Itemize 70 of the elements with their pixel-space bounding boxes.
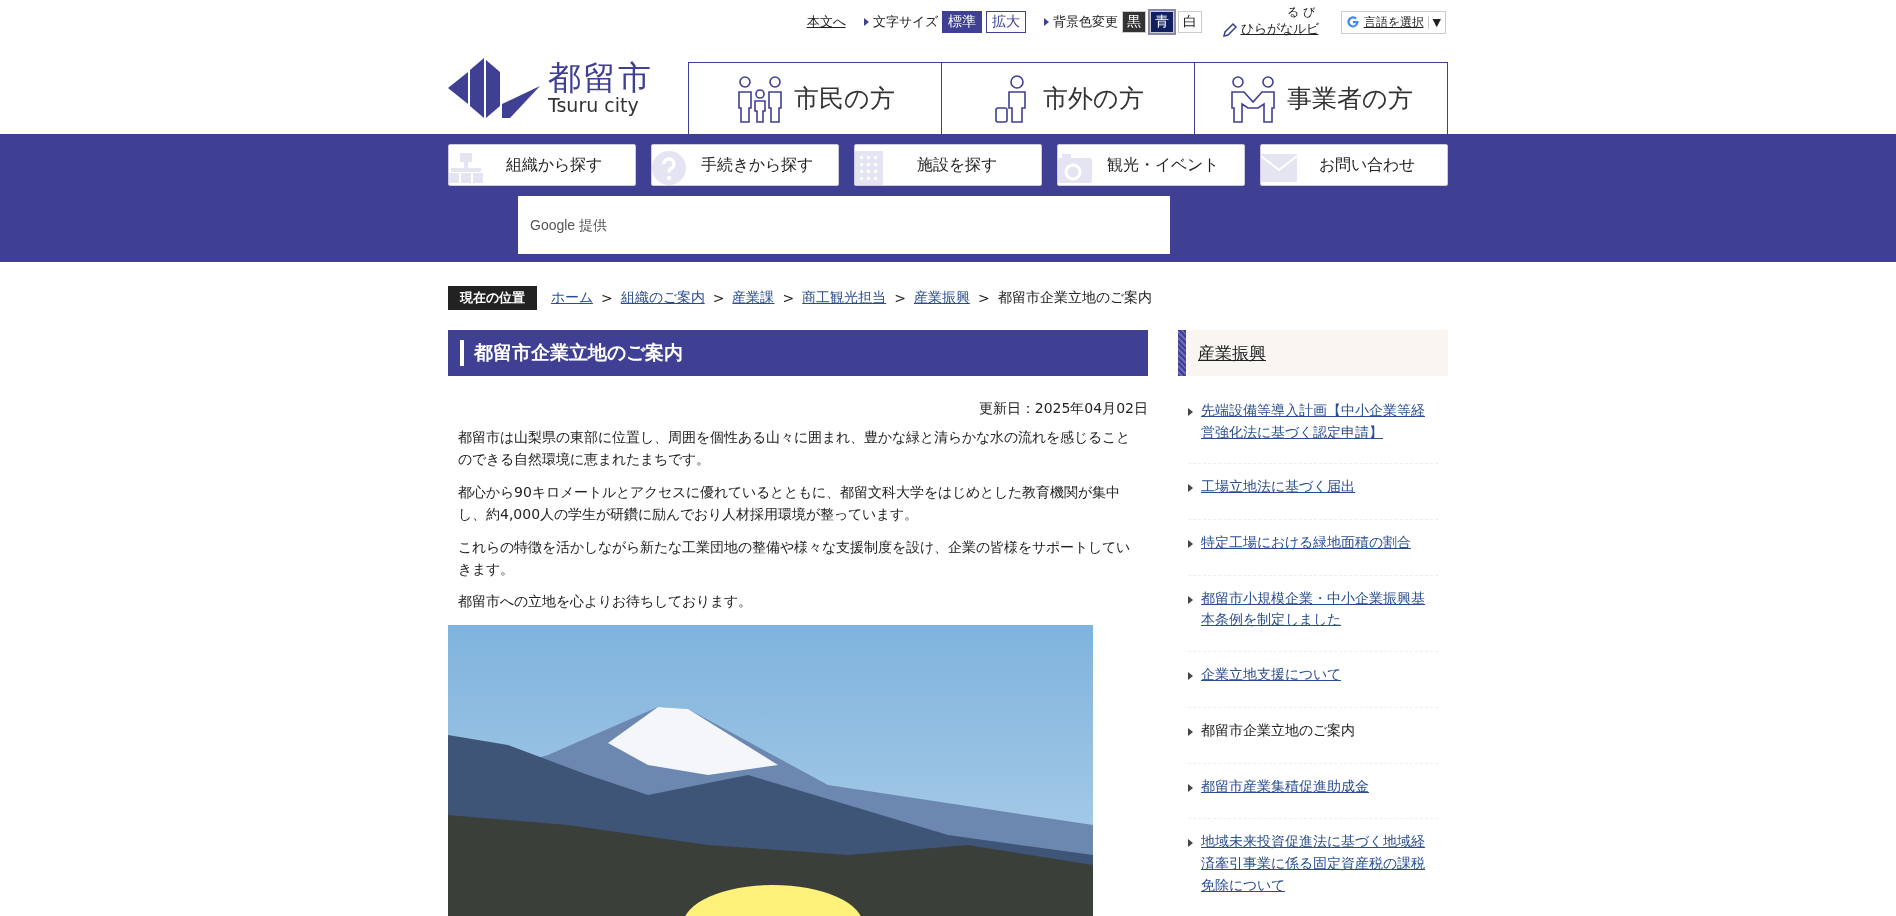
breadcrumb-current: 都留市企業立地のご案内 — [997, 289, 1152, 307]
breadcrumb-label: 現在の位置 — [448, 286, 537, 310]
background-color-label: 背景色変更 — [1052, 13, 1118, 31]
skip-to-content-link[interactable]: 本文へ — [806, 13, 846, 31]
background-color-button[interactable]: 黒 — [1121, 11, 1146, 33]
furigana-link[interactable]: ひらがなルビ — [1240, 19, 1319, 38]
body-paragraph: 都留市への立地を心よりお待ちしております。 — [457, 592, 753, 612]
triangle-icon — [1188, 484, 1193, 493]
sidebar-link[interactable]: 特定工場における緑地面積の割合 — [1201, 532, 1411, 555]
handshake-icon — [1229, 73, 1277, 124]
font-size-button[interactable]: 標準 — [941, 11, 982, 33]
envelope-icon — [1261, 154, 1297, 182]
breadcrumb-separator: > — [712, 290, 725, 306]
triangle-icon — [1043, 18, 1049, 26]
background-color-button[interactable]: 青 — [1149, 11, 1174, 33]
background-color-button[interactable]: 白 — [1177, 11, 1202, 33]
g-logo-icon — [1345, 15, 1360, 29]
breadcrumb-link[interactable]: 産業課 — [732, 289, 775, 307]
pencil-icon — [1221, 21, 1238, 38]
sidebar-link[interactable]: 先端設備等導入計画【中小企業等経営強化法に基づく認定申請】 — [1201, 400, 1438, 444]
search-field[interactable]: Google 提供 — [518, 196, 1170, 254]
sidebar-link[interactable]: 工場立地法に基づく届出 — [1201, 476, 1355, 500]
font-size-label: 文字サイズ — [872, 13, 938, 31]
triangle-icon — [1188, 727, 1193, 736]
sidebar-link[interactable]: 地域未来投資促進法に基づく地域経済牽引事業に係る固定資産税の課税免除について — [1201, 831, 1438, 897]
body-paragraph: これらの特徴を活かしながら新たな工業団地の整備や様々な支援制度を設け、企業の皆様をサポートしていきます。 — [457, 537, 1131, 579]
org-chart-icon — [449, 151, 483, 185]
accent-bar — [1178, 330, 1186, 376]
body-paragraph: 都心から90キロメートルとアクセスに優れているとともに、都留文科大学をはじめとした教育機関が集中し、約4,000人の学生が研鑽に励んでおり人材採用環境が整っています。 — [457, 482, 1121, 525]
breadcrumb-link[interactable]: ホーム — [551, 289, 593, 307]
breadcrumb-link[interactable]: 組織のご案内 — [620, 289, 705, 307]
nav-button[interactable]: 手続きから探す — [651, 144, 839, 186]
audience-tab[interactable]: 市民の方 — [688, 62, 941, 134]
sidebar-link[interactable]: 都留市産業集積促進助成金 — [1201, 775, 1369, 799]
sidebar-current-item: 都留市企業立地のご案内 — [1201, 720, 1355, 740]
question-mark-icon — [652, 151, 686, 185]
breadcrumb-link[interactable]: 商工観光担当 — [802, 289, 887, 307]
sidebar-link[interactable]: 都留市小規模企業・中小企業振興基本条例を制定しました — [1201, 587, 1438, 632]
nav-button[interactable]: 施設を探す — [854, 144, 1042, 186]
city-logo-icon — [448, 58, 540, 118]
triangle-icon — [1188, 540, 1193, 549]
nav-button[interactable]: 観光・イベント — [1057, 144, 1245, 186]
audience-tab[interactable]: 事業者の方 — [1194, 62, 1448, 134]
logo-title: 都留市 — [548, 60, 653, 94]
triangle-icon — [1188, 408, 1193, 416]
sidebar-link[interactable]: 企業立地支援について — [1201, 664, 1341, 687]
logo-subtitle: Tsuru city — [548, 93, 640, 116]
triangle-icon — [863, 18, 869, 26]
language-select[interactable]: 言語を選択 ▼ — [1340, 10, 1446, 34]
breadcrumb-separator: > — [894, 290, 906, 306]
family-icon — [735, 73, 784, 124]
page-title: 都留市企業立地のご案内 — [448, 330, 1148, 376]
triangle-icon — [1188, 595, 1193, 604]
ruby-reading: るび — [1286, 6, 1319, 20]
camera-icon — [1058, 153, 1092, 183]
breadcrumb-separator: > — [977, 290, 990, 306]
breadcrumb-link[interactable]: 産業振興 — [913, 289, 970, 307]
font-size-button[interactable]: 拡大 — [985, 11, 1026, 33]
sidebar-title-link[interactable]: 産業振興 — [1198, 341, 1266, 365]
body-paragraph: 都留市は山梨県の東部に位置し、周囲を個性ある山々に囲まれ、豊かな緑と清らかな水の流れを感じることのできる自然環境に恵まれたまちです。 — [457, 428, 1131, 470]
building-icon — [855, 151, 883, 185]
triangle-icon — [1188, 783, 1193, 792]
nav-button[interactable]: お問い合わせ — [1260, 144, 1448, 186]
breadcrumb-separator: > — [601, 290, 613, 306]
triangle-icon — [1188, 672, 1193, 681]
audience-tab[interactable]: 市外の方 — [941, 62, 1194, 134]
triangle-icon — [1188, 839, 1193, 848]
updated-date: 更新日：2025年04月02日 — [977, 400, 1148, 418]
nav-button[interactable]: 組織から探す — [448, 144, 636, 186]
breadcrumb-separator: > — [782, 290, 795, 306]
